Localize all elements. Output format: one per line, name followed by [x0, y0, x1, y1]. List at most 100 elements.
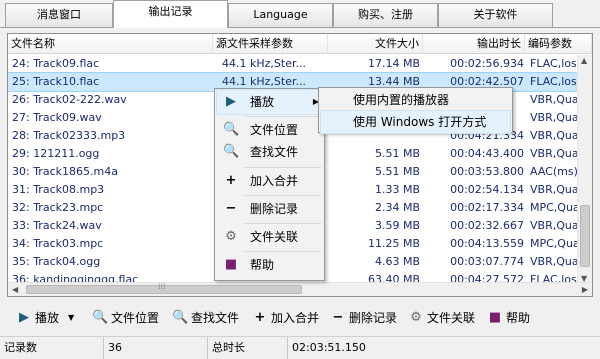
menu-item-file-location[interactable]: 🔍 文件位置 [217, 118, 323, 142]
tab-purchase-register[interactable]: 购买、注册 [333, 3, 438, 27]
vertical-scrollbar[interactable]: ▲ ▼ [577, 55, 592, 284]
tab-messages[interactable]: 消息窗口 [5, 3, 113, 27]
tab-output-log[interactable]: 输出记录 [113, 0, 228, 28]
dropdown-arrow-icon[interactable]: ▼ [68, 307, 74, 329]
menu-item-play[interactable]: ▶ 播放 ▶ [216, 89, 324, 115]
cell-file-size: 17.14 MB [367, 57, 420, 70]
cell-encoding: VBR,Qual [530, 255, 578, 268]
record-count-label: 记录数 [0, 337, 104, 359]
menu-item-file-association[interactable]: ⚙ 文件关联 [217, 225, 323, 249]
table-row[interactable]: 24: Track09.flac 44.1 kHz,Ster... 17.14 … [8, 55, 578, 73]
cell-file-size: 5.51 MB [374, 147, 420, 160]
tab-language[interactable]: Language [228, 3, 333, 27]
help-book-icon: ■ [224, 257, 238, 272]
cell-file-size: 1.33 MB [374, 183, 420, 196]
menu-item-find-file-label: 查找文件 [250, 145, 299, 159]
column-header-filename[interactable]: 文件名称 [8, 34, 213, 54]
minus-icon: − [225, 201, 237, 216]
menu-item-delete-record-label: 删除记录 [250, 202, 299, 216]
horizontal-scroll-thumb[interactable]: ⁞⁞⁞ [26, 282, 302, 294]
add-merge-button[interactable]: + 加入合并 [252, 307, 319, 329]
play-icon: ▶ [226, 94, 236, 109]
add-merge-label: 加入合并 [271, 311, 320, 325]
cell-file-size: 4.63 MB [374, 255, 420, 268]
scroll-left-icon[interactable]: ◀ [12, 285, 18, 294]
tab-about[interactable]: 关于软件 [438, 3, 553, 27]
cell-duration: 00:02:17.334 [450, 201, 524, 214]
help-label: 帮助 [506, 311, 531, 325]
vertical-scroll-thumb[interactable] [580, 205, 590, 267]
gear-icon: ⚙ [225, 229, 237, 244]
magnifier-icon: 🔍 [172, 310, 189, 325]
file-location-button[interactable]: 🔍 文件位置 [92, 307, 159, 329]
cell-filename: 25: Track10.flac [12, 75, 100, 88]
cell-duration: 00:02:54.134 [450, 183, 524, 196]
cell-encoding: AAC(ms), [530, 165, 578, 178]
minus-icon: − [332, 310, 344, 325]
cell-encoding: VBR,Qual [530, 219, 578, 232]
cell-encoding: VBR,Qual [530, 147, 578, 160]
column-header-source-rate[interactable]: 源文件采样参数 [213, 34, 328, 54]
magnifier-icon: 🔍 [223, 122, 240, 137]
cell-filename: 30: Track1865.m4a [12, 165, 118, 178]
scroll-right-icon[interactable]: ▶ [582, 285, 588, 294]
cell-file-size: 3.59 MB [374, 219, 420, 232]
list-header: 文件名称 源文件采样参数 文件大小 输出时长 编码参数 [8, 34, 592, 54]
column-header-file-size[interactable]: 文件大小 [328, 34, 423, 54]
delete-record-label: 删除记录 [349, 311, 398, 325]
gear-icon: ⚙ [410, 310, 422, 325]
magnifier-icon: 🔍 [223, 144, 240, 159]
cell-duration: 00:03:53.800 [450, 165, 524, 178]
cell-duration: 00:04:13.559 [450, 237, 524, 250]
menu-separator [245, 251, 321, 252]
submenu-item-windows-open[interactable]: 使用 Windows 打开方式 [320, 110, 511, 134]
cell-filename: 29: 121211.ogg [12, 147, 100, 160]
menu-item-add-merge-label: 加入合并 [250, 174, 299, 188]
menu-item-help[interactable]: ■ 帮助 [217, 253, 323, 277]
cell-filename: 35: Track04.ogg [12, 255, 101, 268]
cell-encoding: FLAC,loss [530, 75, 578, 88]
plus-icon: + [225, 173, 237, 188]
menu-separator [245, 167, 321, 168]
file-association-label: 文件关联 [427, 311, 476, 325]
cell-encoding: FLAC,loss [530, 57, 578, 70]
plus-icon: + [254, 310, 266, 325]
cell-filename: 26: Track02-222.wav [12, 93, 127, 106]
file-association-button[interactable]: ⚙ 文件关联 [408, 307, 475, 329]
cell-duration: 00:03:07.774 [450, 255, 524, 268]
help-button[interactable]: ■ 帮助 [487, 307, 530, 329]
menu-item-delete-record[interactable]: − 删除记录 [217, 197, 323, 221]
cell-duration: 00:02:32.667 [450, 219, 524, 232]
scroll-up-icon[interactable]: ▲ [581, 56, 587, 65]
cell-encoding: VBR,Qual [530, 129, 578, 142]
play-icon: ▶ [19, 310, 29, 325]
menu-separator [245, 195, 321, 196]
cell-duration: 00:02:56.934 [450, 57, 524, 70]
cell-encoding: VBR,Qual [530, 93, 578, 106]
menu-separator [245, 116, 321, 117]
toolbar: ▶ 播放 ▼ 🔍 文件位置 🔍 查找文件 + 加入合并 − 删除记录 ⚙ 文件关… [0, 303, 600, 331]
play-button[interactable]: ▶ 播放 ▼ [16, 307, 74, 329]
delete-record-button[interactable]: − 删除记录 [330, 307, 397, 329]
menu-item-file-location-label: 文件位置 [250, 123, 299, 137]
cell-filename: 33: Track24.wav [12, 219, 102, 232]
cell-encoding: VBR,Qual [530, 111, 578, 124]
cell-source-rate: 44.1 kHz,Ster... [222, 57, 306, 70]
tab-divider [0, 27, 600, 28]
horizontal-scrollbar[interactable]: ◀ ⁞⁞⁞ ▶ [8, 282, 592, 296]
cell-encoding: VBR,Qual [530, 183, 578, 196]
menu-item-help-label: 帮助 [250, 258, 275, 272]
column-header-encoding[interactable]: 编码参数 [525, 34, 592, 54]
cell-encoding: MPC,Qual [530, 201, 578, 214]
help-book-icon: ■ [488, 310, 502, 325]
menu-item-add-merge[interactable]: + 加入合并 [217, 169, 323, 193]
total-duration-value: 02:03:51.150 [292, 341, 366, 354]
total-duration-label: 总时长 [208, 337, 288, 359]
cell-file-size: 2.34 MB [374, 201, 420, 214]
find-file-button[interactable]: 🔍 查找文件 [172, 307, 239, 329]
cell-filename: 34: Track03.mpc [12, 237, 104, 250]
column-header-output-duration[interactable]: 输出时长 [423, 34, 525, 54]
menu-item-find-file[interactable]: 🔍 查找文件 [217, 140, 323, 164]
submenu-item-builtin-player[interactable]: 使用内置的播放器 [321, 89, 510, 111]
grip-icon: ⁞⁞⁞ [158, 282, 166, 291]
